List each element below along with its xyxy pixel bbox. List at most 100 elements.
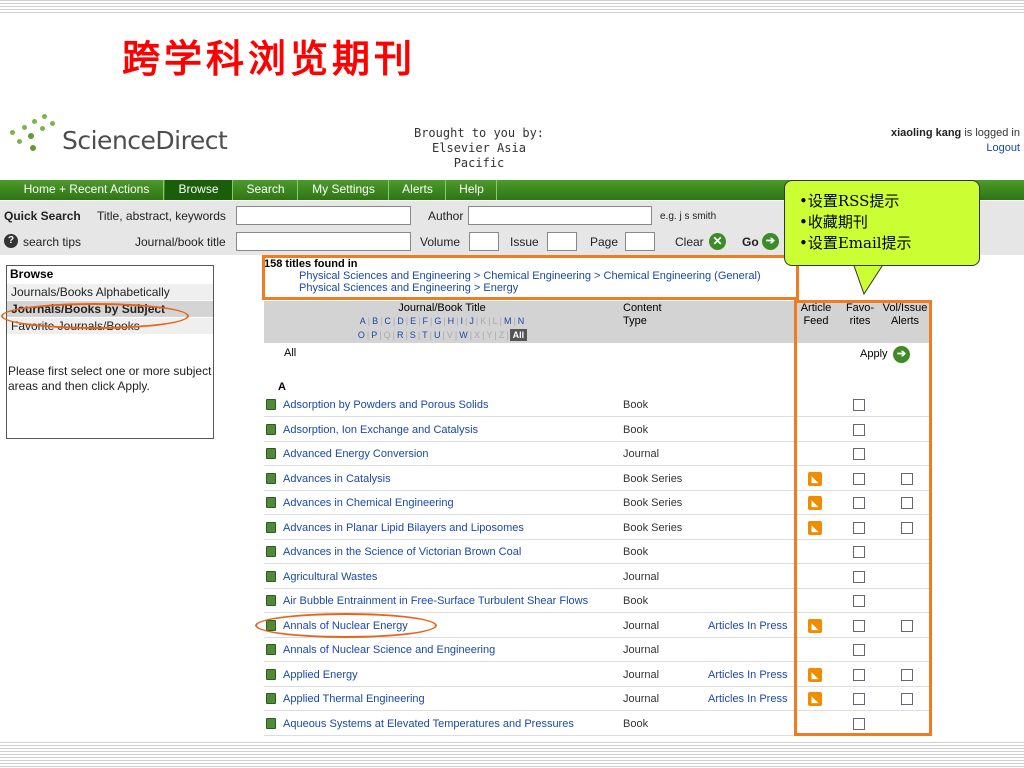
browse-alphabetically[interactable]: Journals/Books Alphabetically [7, 283, 213, 300]
col-title-header: Journal/Book Title [398, 302, 486, 314]
title-link[interactable]: Advances in Chemical Engineering [283, 497, 454, 509]
alpha-link[interactable]: M [503, 315, 513, 327]
title-link[interactable]: Adsorption, Ion Exchange and Catalysis [283, 424, 478, 436]
alpha-link[interactable]: R [396, 329, 405, 341]
title-abstract-input[interactable] [236, 206, 411, 225]
subject-path-highlight [262, 255, 799, 300]
journal-title-label: Journal/book title [135, 235, 226, 249]
tab-search[interactable]: Search [234, 180, 298, 200]
alpha-link[interactable]: P [370, 329, 378, 341]
volume-label: Volume [420, 235, 461, 249]
title-link[interactable]: Aqueous Systems at Elevated Temperatures… [283, 718, 574, 730]
alpha-link[interactable]: W [458, 329, 469, 341]
title-link[interactable]: Adsorption by Powders and Porous Solids [283, 399, 488, 411]
clear-icon[interactable]: ✕ [709, 233, 726, 250]
alpha-link[interactable]: T [421, 329, 429, 341]
alpha-link[interactable]: A [359, 315, 367, 327]
alpha-link[interactable]: U [433, 329, 442, 341]
tab-alerts[interactable]: Alerts [390, 180, 446, 200]
annotation-callout: •设置RSS提示 •收藏期刊 •设置Email提示 [784, 180, 980, 266]
callout-line-email: •设置Email提示 [799, 234, 912, 252]
volume-input[interactable] [469, 232, 499, 251]
alpha-link[interactable]: G [433, 315, 442, 327]
journal-title-input[interactable] [236, 232, 411, 251]
go-button[interactable]: Go [742, 235, 759, 249]
clear-button[interactable]: Clear [675, 235, 704, 249]
tab-browse[interactable]: Browse [165, 180, 233, 200]
alpha-link[interactable]: B [371, 315, 379, 327]
articles-in-press-link[interactable]: Articles In Press [708, 669, 787, 681]
alpha-link[interactable]: Y [485, 329, 493, 341]
alpha-link[interactable]: X [473, 329, 481, 341]
logo-dot [42, 114, 47, 119]
feed-favorites-alerts-highlight [794, 300, 932, 736]
issue-input[interactable] [547, 232, 577, 251]
logo-dot [50, 121, 55, 126]
logo-dot [28, 133, 34, 139]
alpha-link[interactable]: H [447, 315, 456, 327]
tab-my-settings[interactable]: My Settings [299, 180, 389, 200]
logo-dot [40, 126, 45, 131]
content-type: Journal [623, 570, 660, 583]
alpha-link[interactable]: D [396, 315, 405, 327]
section-letter: A [278, 381, 286, 393]
logo-dot [22, 125, 27, 130]
book-icon [266, 399, 276, 410]
alpha-link[interactable]: E [409, 315, 417, 327]
title-link[interactable]: Annals of Nuclear Science and Engineerin… [283, 644, 495, 656]
title-link[interactable]: Advances in the Science of Victorian Bro… [283, 546, 521, 558]
col-type-line-2: Type [623, 315, 647, 327]
alpha-link[interactable]: K [479, 315, 487, 327]
book-icon [266, 448, 276, 459]
alpha-link[interactable]: F [421, 315, 429, 327]
alpha-link[interactable]: N [517, 315, 526, 327]
title-link[interactable]: Applied Energy [283, 669, 358, 681]
alpha-link[interactable]: Q [383, 329, 392, 341]
title-link[interactable]: Advances in Catalysis [283, 473, 391, 485]
issue-label: Issue [510, 235, 539, 249]
content-type: Book [623, 717, 649, 730]
title-link[interactable]: Advanced Energy Conversion [283, 448, 429, 460]
book-icon [266, 644, 276, 655]
content-type: Book Series [623, 472, 683, 485]
go-arrow-icon[interactable]: ➔ [762, 233, 779, 250]
book-icon [266, 472, 276, 484]
browse-instructions: Please first select one or more subject … [8, 364, 212, 393]
title-link[interactable]: Air Bubble Entrainment in Free-Surface T… [283, 595, 588, 607]
book-icon [266, 595, 276, 606]
help-icon[interactable]: ? [4, 234, 18, 248]
page-input[interactable] [625, 232, 655, 251]
title-link[interactable]: Agricultural Wastes [283, 571, 377, 583]
logo-dot [32, 119, 37, 124]
search-tips-link[interactable]: search tips [23, 235, 81, 249]
articles-in-press-link[interactable]: Articles In Press [708, 620, 787, 632]
tab-home[interactable]: Home + Recent Actions [10, 180, 164, 200]
author-input[interactable] [468, 206, 652, 225]
logout-link[interactable]: Logout [986, 142, 1020, 154]
alpha-link[interactable]: Z [498, 329, 506, 341]
title-link[interactable]: Applied Thermal Engineering [283, 693, 425, 705]
sciencedirect-logo[interactable]: ScienceDirect [6, 112, 236, 172]
alpha-link[interactable]: L [492, 315, 499, 327]
subject-highlight-oval [1, 303, 189, 329]
alpha-link[interactable]: O [357, 329, 366, 341]
tab-help[interactable]: Help [447, 180, 497, 200]
alpha-link[interactable]: C [383, 315, 392, 327]
title-link[interactable]: Advances in Planar Lipid Bilayers and Li… [283, 522, 524, 534]
alpha-link[interactable]: S [409, 329, 417, 341]
articles-in-press-link[interactable]: Articles In Press [708, 693, 787, 705]
browse-heading: Browse [10, 267, 54, 281]
slide-stripes-top [0, 0, 1024, 14]
content-type: Book Series [623, 521, 683, 534]
content-type: Journal [623, 619, 660, 632]
book-icon [266, 497, 276, 508]
book-icon [266, 546, 276, 557]
content-type: Book Series [623, 497, 683, 509]
alpha-link[interactable]: All [509, 329, 528, 341]
brought-line-1: Brought to you by: [413, 126, 545, 140]
alpha-nav-row-2: O | P | Q | R | S | T | U | V | W | X | Y | Z | All [264, 328, 620, 341]
content-type: Book [623, 423, 649, 436]
user-name: xiaoling kang [890, 127, 962, 139]
col-content-type-header: Content Type [623, 302, 662, 328]
alpha-link[interactable]: V [446, 329, 454, 341]
